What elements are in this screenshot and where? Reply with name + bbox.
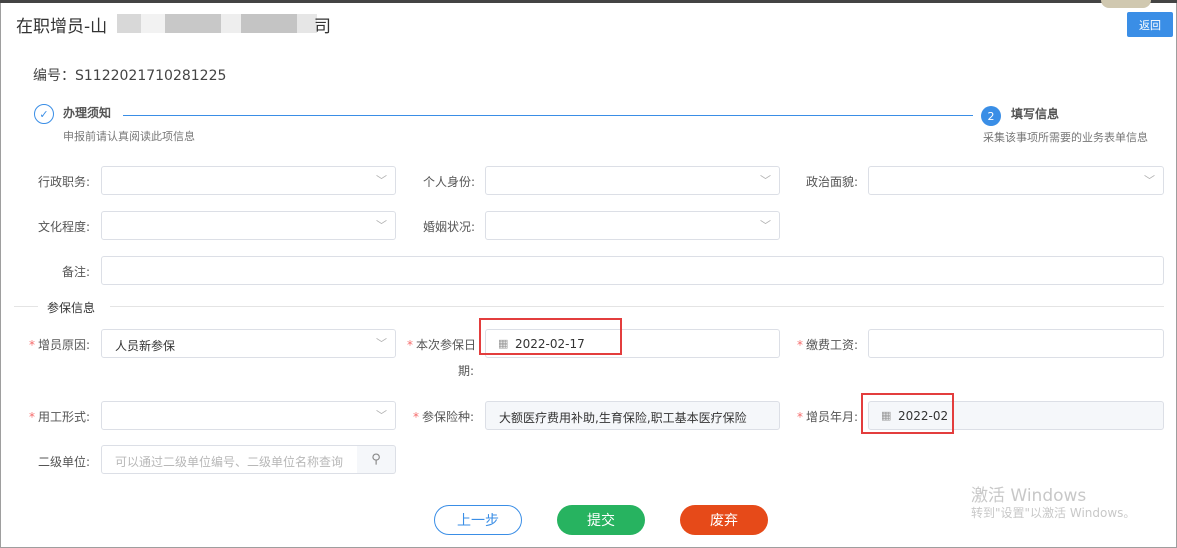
education-select[interactable]: ﹀ xyxy=(101,211,396,240)
redacted-company-name xyxy=(117,14,317,33)
step-2-subtitle: 采集该事项所需要的业务表单信息 xyxy=(983,131,1148,144)
required-mark: * xyxy=(28,338,35,352)
required-mark: * xyxy=(406,338,413,352)
reason-label-text: 增员原因: xyxy=(37,338,90,352)
step-1-subtitle: 申报前请认真阅读此项信息 xyxy=(63,130,195,143)
insurance-date-label: * 本次参保日 xyxy=(398,336,476,353)
salary-input[interactable] xyxy=(868,329,1164,358)
marital-status-label: 婚姻状况: xyxy=(422,220,475,234)
check-icon: ✓ xyxy=(39,107,49,121)
insurance-types-label: * 参保险种: xyxy=(398,408,474,425)
insurance-types-label-text: 参保险种: xyxy=(421,410,474,424)
step-2-number: 2 xyxy=(981,106,1001,126)
sub-unit-label: 二级单位: xyxy=(37,455,90,469)
marital-status-select[interactable]: ﹀ xyxy=(485,211,780,240)
back-button[interactable]: 返回 xyxy=(1127,12,1173,37)
submit-button[interactable]: 提交 xyxy=(557,505,645,535)
chevron-down-icon: ﹀ xyxy=(760,219,771,232)
section-divider-right xyxy=(110,306,1164,307)
sub-unit-input[interactable]: 可以通过二级单位编号、二级单位名称查询 xyxy=(101,445,358,474)
admin-position-label: 行政职务: xyxy=(37,175,90,189)
window-corner-handle xyxy=(1101,0,1151,8)
admin-position-select[interactable]: ﹀ xyxy=(101,166,396,195)
chevron-down-icon: ﹀ xyxy=(376,174,387,187)
personal-identity-select[interactable]: ﹀ xyxy=(485,166,780,195)
education-label: 文化程度: xyxy=(37,220,90,234)
reason-value: 人员新参保 xyxy=(115,339,176,353)
required-mark: * xyxy=(796,410,803,424)
serial-number: 编号：S1122021710281225 xyxy=(33,68,227,84)
remarks-input[interactable] xyxy=(101,256,1164,285)
chevron-down-icon: ﹀ xyxy=(1144,174,1155,187)
required-mark: * xyxy=(412,410,419,424)
insurance-date-label-line1: 本次参保日 xyxy=(415,338,476,352)
reason-label: * 增员原因: xyxy=(20,336,90,353)
top-strip xyxy=(0,0,1177,3)
required-mark: * xyxy=(28,410,35,424)
step-progress-line xyxy=(123,115,973,116)
section-divider-left xyxy=(14,306,38,307)
insurance-types-value: 大额医疗费用补助,生育保险,职工基本医疗保险 xyxy=(499,411,747,425)
political-status-select[interactable]: ﹀ xyxy=(868,166,1164,195)
insurance-types-field: 大额医疗费用补助,生育保险,职工基本医疗保险 xyxy=(485,401,780,430)
chevron-down-icon: ﹀ xyxy=(376,409,387,422)
activation-watermark-subtitle: 转到"设置"以激活 Windows。 xyxy=(971,506,1136,520)
chevron-down-icon: ﹀ xyxy=(760,174,771,187)
sub-unit-placeholder: 可以通过二级单位编号、二级单位名称查询 xyxy=(115,455,344,469)
month-label: * 增员年月: xyxy=(790,408,858,425)
highlight-box xyxy=(861,393,954,434)
step-done-indicator: ✓ xyxy=(34,104,54,124)
required-mark: * xyxy=(796,338,803,352)
insurance-section-title: 参保信息 xyxy=(47,301,96,315)
chevron-down-icon: ﹀ xyxy=(376,219,387,232)
salary-label-text: 缴费工资: xyxy=(805,338,858,352)
dialog-title: 在职增员-山 xyxy=(16,12,107,37)
activation-watermark-title: 激活 Windows xyxy=(971,486,1087,506)
dialog-title-text: 在职增员-山 xyxy=(16,17,108,37)
highlight-box xyxy=(479,318,622,355)
political-status-label: 政治面貌: xyxy=(805,175,858,189)
chevron-down-icon: ﹀ xyxy=(376,337,387,350)
step-2-title: 填写信息 xyxy=(1011,107,1060,121)
personal-identity-label: 个人身份: xyxy=(422,175,475,189)
insurance-date-label-line2: 期: xyxy=(457,364,474,378)
month-label-text: 增员年月: xyxy=(805,410,858,424)
remarks-label: 备注: xyxy=(61,265,90,279)
salary-label: * 缴费工资: xyxy=(790,336,858,353)
employment-type-select[interactable]: ﹀ xyxy=(101,401,396,430)
employment-type-label: * 用工形式: xyxy=(20,408,90,425)
employment-type-label-text: 用工形式: xyxy=(37,410,90,424)
step-1-title: 办理须知 xyxy=(63,106,112,120)
discard-button[interactable]: 废弃 xyxy=(680,505,768,535)
search-icon: ⚲ xyxy=(371,452,381,467)
reason-select[interactable]: 人员新参保 ﹀ xyxy=(101,329,396,358)
search-button[interactable]: ⚲ xyxy=(357,445,396,474)
prev-step-button[interactable]: 上一步 xyxy=(434,505,522,535)
dialog-title-tail: 司 xyxy=(314,17,331,37)
